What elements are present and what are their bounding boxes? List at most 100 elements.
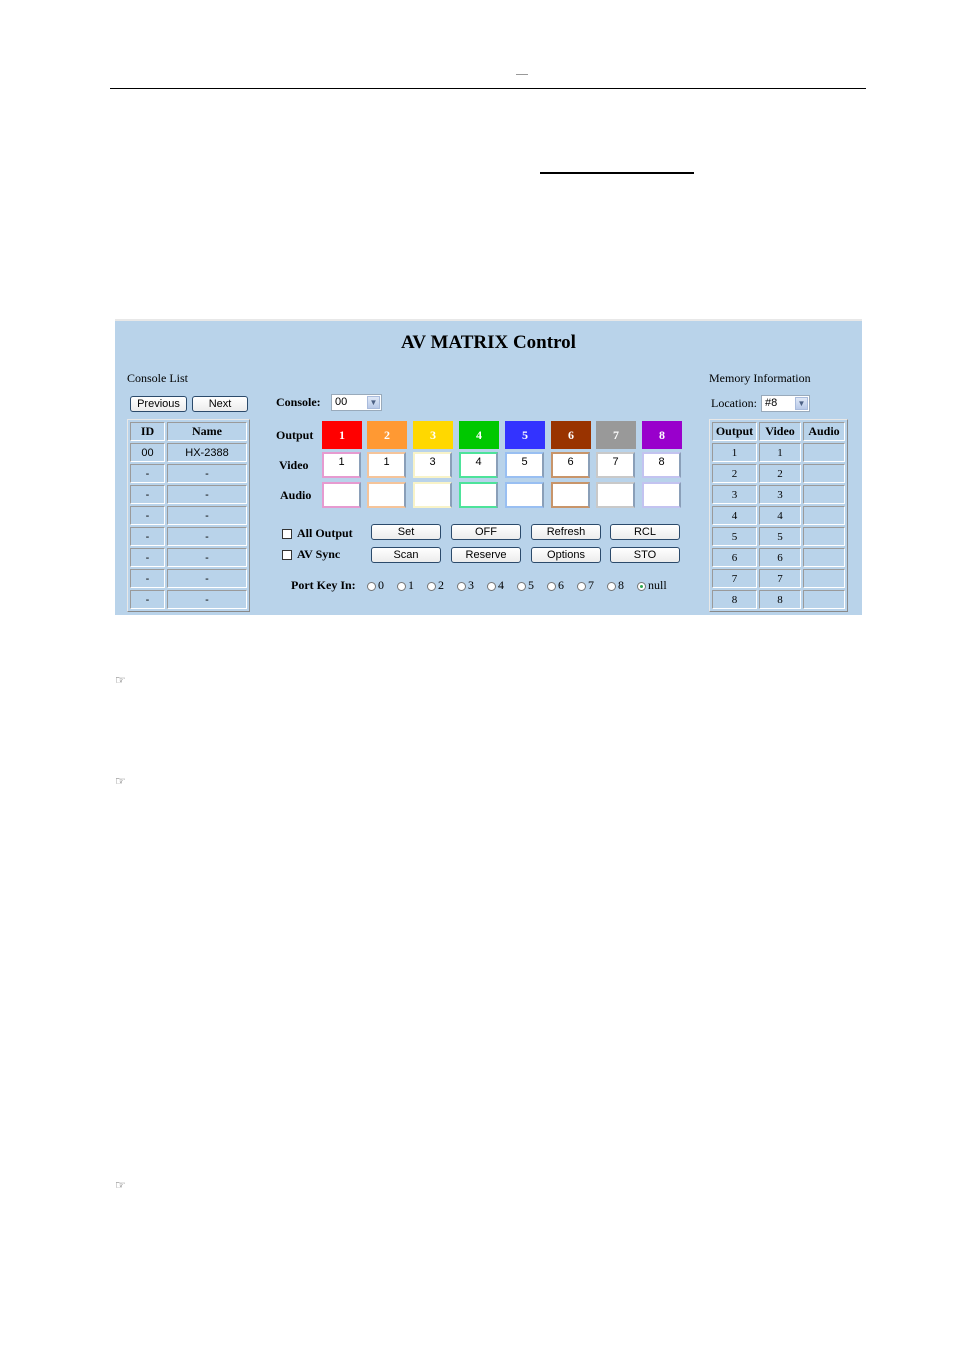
output-1-button[interactable]: 1 <box>322 421 362 449</box>
sto-button[interactable]: STO <box>610 547 680 563</box>
output-2-button[interactable]: 2 <box>367 421 407 449</box>
output-5-button[interactable]: 5 <box>505 421 545 449</box>
av-sync-label: AV Sync <box>297 547 341 561</box>
memory-audio-cell <box>803 485 845 504</box>
next-button[interactable]: Next <box>192 396 248 412</box>
location-select-value: #8 <box>765 397 778 409</box>
output-3-button[interactable]: 3 <box>413 421 453 449</box>
column-header-output: Output <box>712 422 757 441</box>
console-name-cell: - <box>167 548 247 567</box>
location-label: Location: <box>711 396 757 410</box>
console-list-row[interactable]: -- <box>130 590 247 609</box>
pointing-hand-icon: ☞ <box>115 1178 126 1192</box>
port-key-radio-7[interactable] <box>577 582 586 591</box>
port-key-label-4: 4 <box>498 578 504 592</box>
output-4-button[interactable]: 4 <box>459 421 499 449</box>
memory-audio-cell <box>803 506 845 525</box>
port-key-radio-4[interactable] <box>487 582 496 591</box>
audio-input-4[interactable] <box>459 482 498 508</box>
port-key-radio-6[interactable] <box>547 582 556 591</box>
reserve-button[interactable]: Reserve <box>451 547 521 563</box>
video-input-7[interactable]: 7 <box>596 452 635 478</box>
audio-input-1[interactable] <box>322 482 361 508</box>
refresh-button[interactable]: Refresh <box>531 524 601 540</box>
column-header-id: ID <box>130 422 165 441</box>
console-list-row[interactable]: -- <box>130 485 247 504</box>
console-list-label: Console List <box>127 371 189 385</box>
off-button[interactable]: OFF <box>451 524 521 540</box>
console-list-row[interactable]: -- <box>130 506 247 525</box>
all-output-label: All Output <box>297 526 353 540</box>
console-id-cell: - <box>130 569 165 588</box>
set-button[interactable]: Set <box>371 524 441 540</box>
all-output-checkbox[interactable] <box>282 529 292 539</box>
video-row-label: Video <box>279 458 309 472</box>
port-key-radio-1[interactable] <box>397 582 406 591</box>
memory-output-cell: 3 <box>712 485 757 504</box>
port-key-label-5: 5 <box>528 578 534 592</box>
output-6-button[interactable]: 6 <box>551 421 591 449</box>
audio-input-2[interactable] <box>367 482 406 508</box>
console-name-cell: - <box>167 506 247 525</box>
console-list-row[interactable]: -- <box>130 569 247 588</box>
console-list-row[interactable]: 00 HX-2388 <box>130 443 247 462</box>
audio-input-6[interactable] <box>551 482 590 508</box>
video-input-6[interactable]: 6 <box>551 452 590 478</box>
av-sync-checkbox[interactable] <box>282 550 292 560</box>
console-name-cell: - <box>167 464 247 483</box>
video-input-2[interactable]: 1 <box>367 452 406 478</box>
memory-row: 33 <box>712 485 845 504</box>
underlined-link-text <box>540 172 694 174</box>
console-name-cell: - <box>167 569 247 588</box>
console-id-cell: - <box>130 464 165 483</box>
console-name-cell: - <box>167 485 247 504</box>
port-key-label-1: 1 <box>408 578 414 592</box>
video-input-4[interactable]: 4 <box>459 452 498 478</box>
console-select[interactable]: 00 ▼ <box>331 394 382 411</box>
table-header-row: Output Video Audio <box>712 422 845 441</box>
audio-input-7[interactable] <box>596 482 635 508</box>
previous-button[interactable]: Previous <box>130 396 187 412</box>
port-key-radio-5[interactable] <box>517 582 526 591</box>
video-input-3[interactable]: 3 <box>413 452 452 478</box>
memory-output-cell: 2 <box>712 464 757 483</box>
console-id-cell: 00 <box>130 443 165 462</box>
audio-input-3[interactable] <box>413 482 452 508</box>
memory-audio-cell <box>803 569 845 588</box>
chevron-down-icon[interactable]: ▼ <box>367 396 380 409</box>
scan-button[interactable]: Scan <box>371 547 441 563</box>
av-matrix-control-panel: AV MATRIX Control Console List Previous … <box>115 319 862 615</box>
console-list-row[interactable]: -- <box>130 464 247 483</box>
console-name-cell: - <box>167 590 247 609</box>
audio-input-5[interactable] <box>505 482 544 508</box>
console-id-cell: - <box>130 506 165 525</box>
page-header-mark <box>516 74 528 75</box>
video-input-8[interactable]: 8 <box>642 452 681 478</box>
port-key-radio-0[interactable] <box>367 582 376 591</box>
output-8-button[interactable]: 8 <box>642 421 682 449</box>
memory-audio-cell <box>803 443 845 462</box>
console-list-row[interactable]: -- <box>130 527 247 546</box>
video-input-5[interactable]: 5 <box>505 452 544 478</box>
rcl-button[interactable]: RCL <box>610 524 680 540</box>
port-key-label-null: null <box>648 578 667 592</box>
console-list-row[interactable]: -- <box>130 548 247 567</box>
port-key-label-0: 0 <box>378 578 384 592</box>
memory-audio-cell <box>803 464 845 483</box>
memory-row: 88 <box>712 590 845 609</box>
console-id-cell: - <box>130 548 165 567</box>
port-key-radio-3[interactable] <box>457 582 466 591</box>
console-list-table: ID Name 00 HX-2388- - - - - - - - - - - - - - <box>127 419 250 612</box>
memory-video-cell: 1 <box>759 443 801 462</box>
output-7-button[interactable]: 7 <box>596 421 636 449</box>
video-input-1[interactable]: 1 <box>322 452 361 478</box>
chevron-down-icon[interactable]: ▼ <box>795 397 808 410</box>
port-key-in-label: Port Key In: <box>291 578 356 592</box>
port-key-radio-null[interactable] <box>637 582 646 591</box>
port-key-radio-8[interactable] <box>607 582 616 591</box>
port-key-radio-2[interactable] <box>427 582 436 591</box>
options-button[interactable]: Options <box>531 547 601 563</box>
audio-input-8[interactable] <box>642 482 681 508</box>
memory-output-cell: 6 <box>712 548 757 567</box>
location-select[interactable]: #8 ▼ <box>761 395 810 412</box>
